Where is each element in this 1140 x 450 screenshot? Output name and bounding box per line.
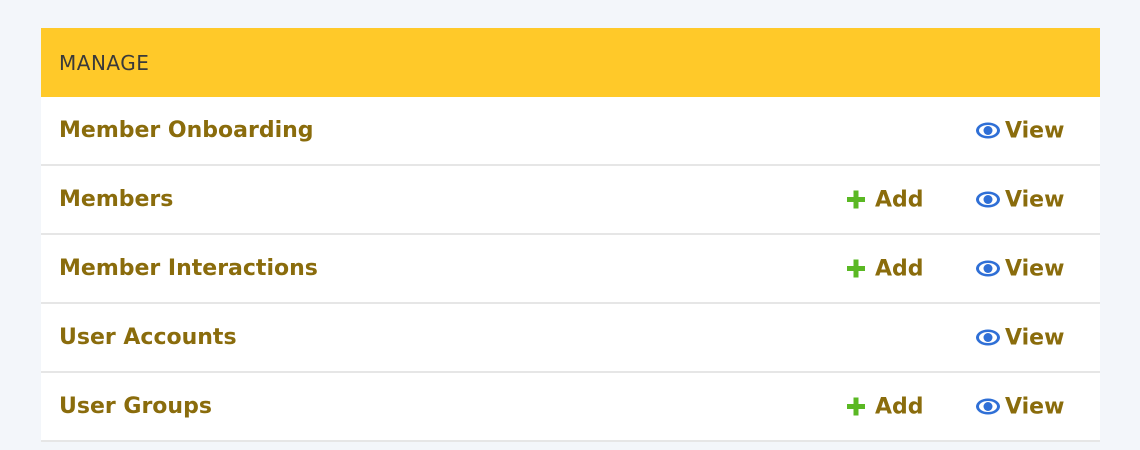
view-link-user-accounts[interactable]: View — [975, 325, 1064, 350]
eye-icon — [976, 122, 1000, 139]
plus-icon — [847, 397, 865, 416]
plus-icon — [847, 259, 865, 278]
model-link-members[interactable]: Members — [59, 187, 173, 212]
model-link-user-groups[interactable]: User Groups — [59, 394, 212, 419]
add-link-members[interactable]: Add — [847, 187, 924, 212]
model-row: Member Onboarding View — [41, 97, 1100, 166]
model-link-user-accounts[interactable]: User Accounts — [59, 325, 237, 350]
view-label: View — [1005, 325, 1065, 350]
model-link-member-interactions[interactable]: Member Interactions — [59, 256, 318, 281]
view-link-members[interactable]: View — [975, 187, 1064, 212]
view-link-member-interactions[interactable]: View — [975, 256, 1064, 281]
module-header: MANAGE — [41, 28, 1100, 97]
add-label: Add — [875, 394, 924, 419]
eye-icon — [976, 329, 1000, 346]
view-label: View — [1005, 118, 1065, 143]
model-row: Member Interactions Add View — [41, 235, 1100, 304]
view-label: View — [1005, 256, 1065, 281]
view-link-member-onboarding[interactable]: View — [975, 118, 1064, 143]
add-label: Add — [875, 256, 924, 281]
plus-icon — [847, 190, 865, 209]
eye-icon — [976, 191, 1000, 208]
add-link-user-groups[interactable]: Add — [847, 394, 924, 419]
eye-icon — [976, 398, 1000, 415]
view-link-user-groups[interactable]: View — [975, 394, 1064, 419]
model-row: User Accounts View — [41, 304, 1100, 373]
module-header-title: MANAGE — [59, 50, 150, 75]
view-label: View — [1005, 394, 1065, 419]
add-link-member-interactions[interactable]: Add — [847, 256, 924, 281]
model-link-member-onboarding[interactable]: Member Onboarding — [59, 118, 314, 143]
eye-icon — [976, 260, 1000, 277]
model-row: User Groups Add View — [41, 373, 1100, 442]
view-label: View — [1005, 187, 1065, 212]
model-row: Members Add View — [41, 166, 1100, 235]
manage-module: MANAGE Member Onboarding View Members Ad… — [41, 28, 1100, 442]
add-label: Add — [875, 187, 924, 212]
